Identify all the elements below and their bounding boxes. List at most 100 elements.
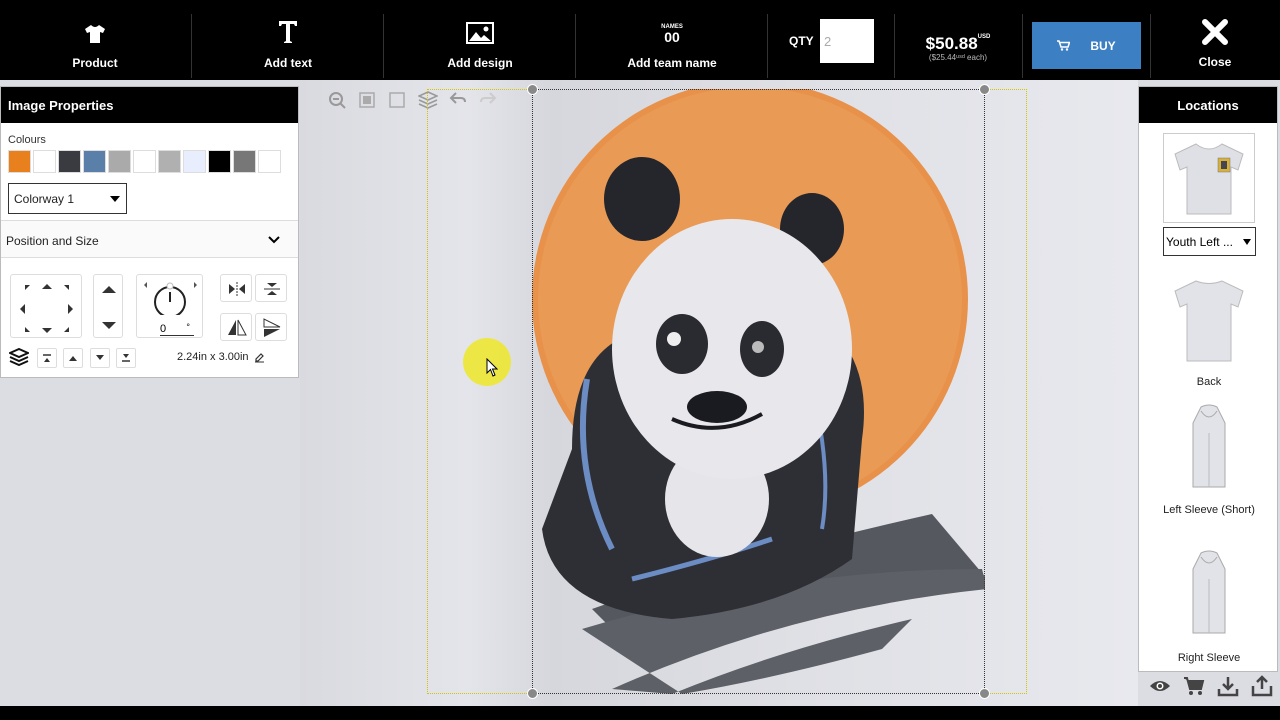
scale-up-icon[interactable] [102, 286, 116, 293]
share-button[interactable] [1248, 672, 1276, 700]
colour-swatch[interactable] [183, 150, 206, 173]
download-icon [1217, 677, 1239, 697]
colour-swatch[interactable] [258, 150, 281, 173]
buy-button[interactable]: BUY [1032, 22, 1141, 69]
chevron-down-icon [268, 236, 280, 244]
close-label: Close [1198, 55, 1232, 69]
location-thumb-left-sleeve[interactable] [1163, 403, 1255, 493]
location-thumb-right-sleeve[interactable] [1163, 549, 1255, 639]
send-backward-button[interactable] [90, 348, 110, 368]
layers-icon [9, 348, 29, 366]
position-size-toggle[interactable]: Position and Size [1, 220, 298, 258]
colour-swatch[interactable] [58, 150, 81, 173]
colour-swatch[interactable] [158, 150, 181, 173]
add-design-button[interactable]: Add design [430, 0, 530, 80]
cart-icon [1184, 677, 1205, 695]
tshirt-icon [85, 25, 105, 43]
colour-swatch[interactable] [133, 150, 156, 173]
sleeve-icon [1192, 404, 1226, 488]
align-center-h-button[interactable] [220, 313, 252, 341]
image-selection-box[interactable] [532, 89, 985, 694]
close-button[interactable]: Close [1180, 0, 1250, 80]
colour-swatch[interactable] [108, 150, 131, 173]
preview-button[interactable] [1146, 672, 1174, 700]
product-label: Product [72, 56, 118, 70]
flip-vertical-button[interactable] [255, 274, 287, 302]
colour-swatch[interactable] [33, 150, 56, 173]
bottom-strip [0, 706, 1280, 720]
scale-down-icon[interactable] [102, 322, 116, 329]
colour-swatch[interactable] [83, 150, 106, 173]
chevron-down-icon [1243, 239, 1251, 245]
send-to-back-button[interactable] [116, 348, 136, 368]
image-properties-panel: Image Properties Colours Colorway 1 Posi… [0, 86, 299, 378]
flip-horizontal-button[interactable] [220, 274, 252, 302]
location-label-left-sleeve: Left Sleeve (Short) [1163, 504, 1255, 516]
rotation-input[interactable]: 0 ° [160, 322, 194, 336]
close-icon [1202, 19, 1228, 45]
top-toolbar: Product Add text Add design NAMES 00 Add… [0, 0, 1280, 80]
team-name-icon: NAMES 00 [661, 24, 683, 45]
rotation-control[interactable]: 0 ° [136, 274, 203, 338]
separator [191, 14, 192, 78]
separator [894, 14, 895, 78]
mirror-h-icon [228, 319, 247, 336]
add-team-name-label: Add team name [627, 56, 717, 70]
cart-button[interactable] [1180, 672, 1208, 700]
move-arrows-icon[interactable] [11, 275, 83, 339]
bounds-icon[interactable] [389, 92, 405, 108]
grid-icon[interactable] [359, 92, 375, 108]
resize-handle[interactable] [527, 688, 538, 699]
separator [575, 14, 576, 78]
separator [1150, 14, 1151, 78]
bring-forward-button[interactable] [63, 348, 83, 368]
colour-swatch[interactable] [208, 150, 231, 173]
tshirt-back-icon [1174, 280, 1244, 362]
tshirt-front-icon [1174, 143, 1244, 215]
send-to-back-icon [122, 354, 130, 362]
scale-controls [93, 274, 123, 338]
cart-icon [1057, 40, 1071, 51]
flip-vertical-icon [264, 283, 280, 295]
price-total: $50.88USD [925, 34, 991, 53]
colours-label: Colours [8, 134, 46, 146]
colour-swatch[interactable] [8, 150, 31, 173]
location-thumb-front[interactable] [1163, 133, 1255, 223]
mouse-cursor-icon [486, 358, 498, 377]
buy-label: BUY [1090, 38, 1116, 53]
panel-title: Image Properties [1, 87, 298, 123]
resize-handle[interactable] [979, 688, 990, 699]
share-icon [1251, 675, 1273, 697]
mirror-v-icon [263, 318, 281, 337]
colour-swatches [8, 150, 281, 173]
add-text-label: Add text [264, 56, 312, 70]
add-text-button[interactable]: Add text [243, 0, 333, 80]
text-icon [279, 21, 297, 43]
qty-input[interactable] [820, 19, 874, 63]
price-each: ($25.44ᵘˢᵈ each) [928, 53, 988, 62]
colour-swatch[interactable] [233, 150, 256, 173]
align-center-v-button[interactable] [255, 313, 287, 341]
zoom-out-icon[interactable] [328, 91, 348, 109]
separator [767, 14, 768, 78]
edit-icon[interactable] [254, 352, 265, 363]
location-label-back: Back [1196, 376, 1222, 388]
send-backward-icon [96, 355, 104, 360]
location-label-right-sleeve: Right Sleeve [1177, 652, 1241, 664]
qty-label: QTY [789, 34, 814, 48]
image-size-readout: 2.24in x 3.00in [177, 351, 265, 363]
bring-to-front-button[interactable] [37, 348, 57, 368]
image-icon [466, 22, 494, 44]
nudge-controls [10, 274, 82, 338]
location-select[interactable]: Youth Left ... [1163, 227, 1256, 256]
resize-handle[interactable] [979, 84, 990, 95]
eye-icon [1150, 681, 1170, 691]
product-button[interactable]: Product [50, 0, 140, 80]
location-thumb-back[interactable] [1163, 275, 1255, 365]
add-team-name-button[interactable]: NAMES 00 Add team name [612, 0, 732, 80]
flip-horizontal-icon [229, 282, 245, 296]
download-button[interactable] [1214, 672, 1242, 700]
resize-handle[interactable] [527, 84, 538, 95]
colorway-select[interactable]: Colorway 1 [8, 183, 127, 214]
bottom-action-bar [1146, 672, 1276, 700]
